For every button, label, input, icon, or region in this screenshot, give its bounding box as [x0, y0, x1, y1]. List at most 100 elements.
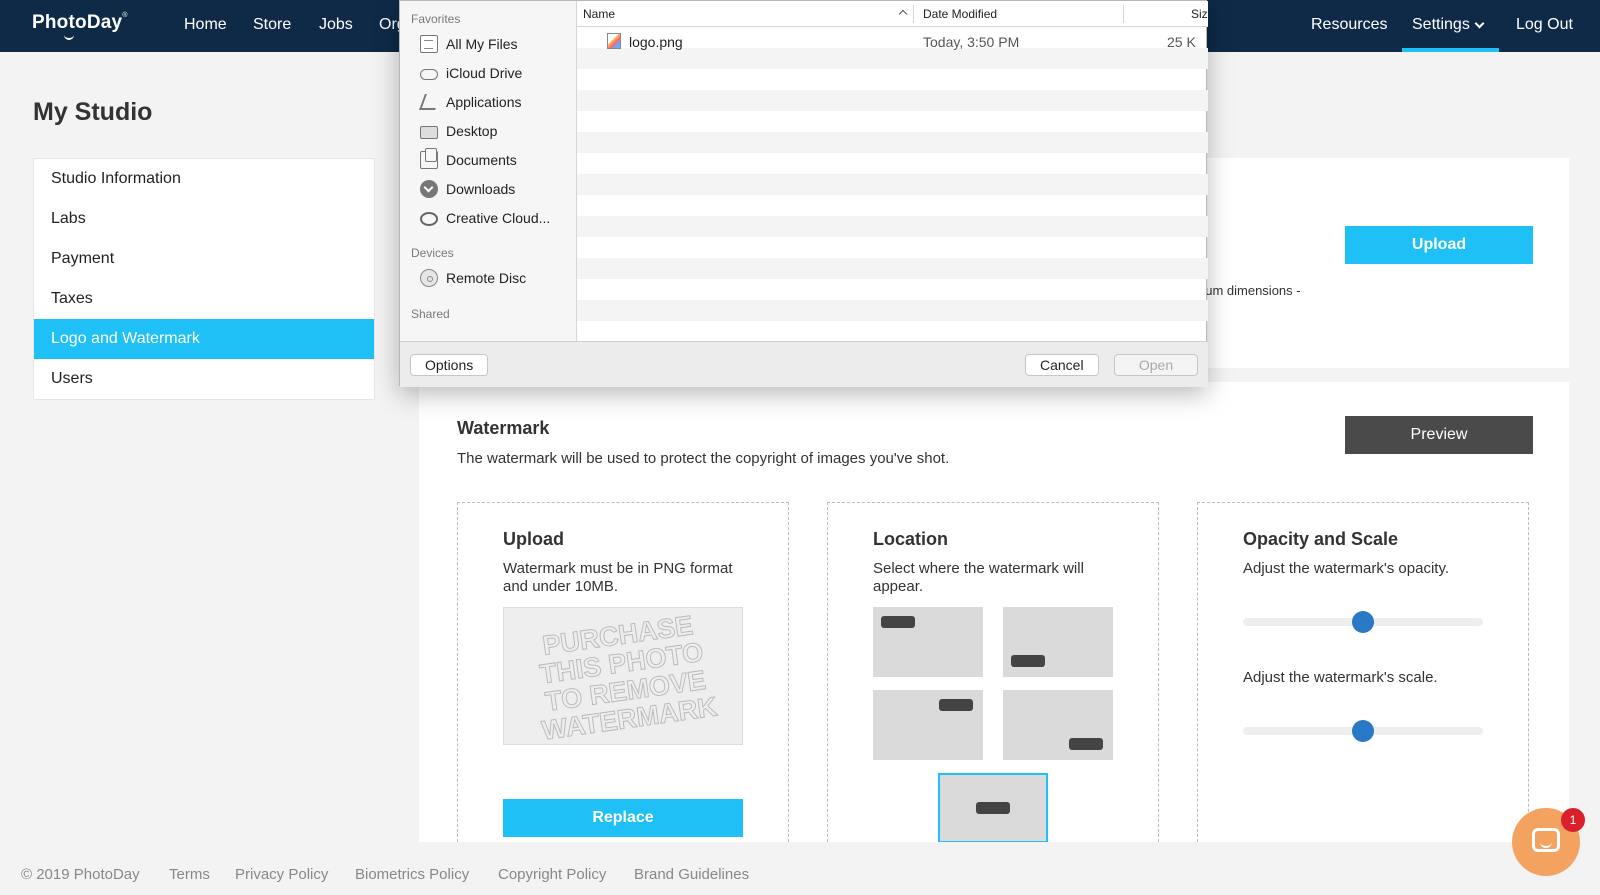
watermark-replace-button[interactable]: Replace — [503, 799, 743, 837]
watermark-title: Watermark — [457, 418, 550, 438]
png-file-icon — [607, 33, 621, 49]
file-row-logo-png[interactable]: logo.png Today, 3:50 PM 25 K — [577, 27, 1208, 55]
sort-ascending-icon — [898, 9, 908, 19]
sidebar-item-users[interactable]: Users — [34, 359, 374, 399]
watermark-opacity-scale-card: Opacity and Scale Adjust the watermark's… — [1197, 502, 1529, 842]
sidebar-desktop[interactable]: Desktop — [420, 120, 497, 142]
empty-row — [577, 258, 1208, 279]
sidebar-item-logo-and-watermark[interactable]: Logo and Watermark — [34, 319, 374, 359]
sidebar-item-taxes[interactable]: Taxes — [34, 279, 374, 319]
location-marker — [881, 616, 915, 628]
watermark-location-card: Location Select where the watermark will… — [827, 502, 1159, 843]
empty-row — [577, 153, 1208, 174]
file-open-dialog: Favorites All My Files iCloud Drive Appl… — [399, 0, 1208, 387]
downloads-icon — [420, 180, 438, 198]
sidebar-icloud-drive[interactable]: iCloud Drive — [420, 62, 522, 84]
shared-section-label: Shared — [411, 307, 450, 321]
nav-store-link[interactable]: Store — [253, 16, 291, 34]
chevron-down-icon — [1474, 18, 1485, 29]
column-divider[interactable] — [1123, 5, 1124, 23]
empty-row — [577, 132, 1208, 153]
remote-disc-icon — [420, 269, 438, 287]
sidebar-applications[interactable]: Applications — [420, 91, 522, 113]
open-button[interactable]: Open — [1114, 354, 1198, 376]
upload-card-title: Upload — [503, 529, 564, 549]
empty-row — [577, 195, 1208, 216]
desktop-icon — [420, 125, 438, 139]
options-button[interactable]: Options — [410, 354, 489, 376]
logo-upload-button[interactable]: Upload — [1345, 226, 1533, 264]
applications-icon — [420, 93, 438, 111]
footer-biometrics-link[interactable]: Biometrics Policy — [355, 866, 469, 883]
location-top-left-option[interactable] — [873, 607, 983, 677]
page-title: My Studio — [33, 98, 153, 126]
sidebar-remote-disc[interactable]: Remote Disc — [420, 267, 526, 289]
settings-label: Settings — [1412, 16, 1470, 33]
sidebar-item-label: Applications — [446, 94, 522, 110]
registered-mark: ® — [122, 12, 128, 19]
location-marker — [1011, 655, 1045, 667]
dialog-sidebar: Favorites All My Files iCloud Drive Appl… — [400, 1, 577, 341]
dialog-footer: Options Cancel Open — [400, 341, 1208, 387]
sidebar-item-labs[interactable]: Labs — [34, 199, 374, 239]
location-center-option[interactable] — [938, 773, 1048, 843]
watermark-description: The watermark will be used to protect th… — [457, 450, 950, 467]
location-marker — [1069, 738, 1103, 750]
documents-icon — [420, 148, 438, 169]
nav-jobs-link[interactable]: Jobs — [319, 16, 353, 34]
creative-cloud-icon — [420, 212, 438, 226]
empty-row — [577, 237, 1208, 258]
footer-terms-link[interactable]: Terms — [169, 866, 210, 883]
footer-brand-guidelines-link[interactable]: Brand Guidelines — [634, 866, 749, 883]
sidebar-item-studio-information[interactable]: Studio Information — [34, 159, 374, 199]
scale-label: Adjust the watermark's scale. — [1243, 669, 1438, 686]
upload-card-description: Watermark must be in PNG format and unde… — [503, 560, 733, 595]
photoday-logo[interactable]: PhotoDay® — [32, 12, 128, 40]
nav-resources-link[interactable]: Resources — [1311, 16, 1387, 34]
location-marker — [976, 802, 1010, 814]
column-header-name[interactable]: Name — [583, 7, 615, 21]
opacity-card-title: Opacity and Scale — [1243, 529, 1399, 549]
location-marker — [939, 699, 973, 711]
footer-copyright: © 2019 PhotoDay — [21, 866, 140, 883]
sidebar-item-label: Remote Disc — [446, 270, 527, 286]
sidebar-all-my-files[interactable]: All My Files — [420, 33, 518, 55]
cancel-button[interactable]: Cancel — [1025, 354, 1099, 376]
location-bottom-right-option[interactable] — [1003, 690, 1113, 760]
opacity-slider-knob[interactable] — [1352, 611, 1374, 633]
sidebar-downloads[interactable]: Downloads — [420, 178, 515, 200]
nav-logout-link[interactable]: Log Out — [1516, 16, 1573, 34]
settings-active-indicator — [1402, 48, 1499, 52]
scale-slider-knob[interactable] — [1352, 720, 1374, 742]
location-bottom-left-option[interactable] — [873, 690, 983, 760]
sidebar-creative-cloud[interactable]: Creative Cloud... — [420, 207, 550, 229]
icloud-icon — [420, 69, 438, 80]
scale-slider[interactable] — [1243, 720, 1483, 742]
footer-copyright-policy-link[interactable]: Copyright Policy — [498, 866, 606, 883]
column-header-size[interactable]: Siz — [1191, 7, 1208, 21]
nav-home-link[interactable]: Home — [184, 16, 227, 34]
favorites-section-label: Favorites — [411, 12, 461, 26]
opacity-slider[interactable] — [1243, 611, 1483, 633]
sidebar-item-payment[interactable]: Payment — [34, 239, 374, 279]
file-name: logo.png — [629, 34, 683, 50]
logo-smile-mark — [64, 34, 74, 40]
column-header-date-modified[interactable]: Date Modified — [923, 7, 997, 21]
all-files-icon — [420, 35, 438, 53]
sidebar-item-label: All My Files — [446, 36, 518, 52]
logo-dimensions-text: num dimensions - — [1198, 283, 1301, 298]
location-card-title: Location — [873, 529, 948, 549]
opacity-label: Adjust the watermark's opacity. — [1243, 560, 1450, 577]
empty-row — [577, 69, 1208, 90]
footer-privacy-link[interactable]: Privacy Policy — [235, 866, 328, 883]
file-list-header: Name Date Modified Siz — [577, 1, 1208, 27]
column-divider[interactable] — [913, 5, 914, 23]
file-date-modified: Today, 3:50 PM — [923, 34, 1020, 50]
empty-row — [577, 279, 1208, 300]
location-top-right-option[interactable] — [1003, 607, 1113, 677]
empty-row — [577, 174, 1208, 195]
watermark-preview-button[interactable]: Preview — [1345, 416, 1533, 454]
nav-settings-menu[interactable]: Settings — [1412, 16, 1485, 34]
sidebar-documents[interactable]: Documents — [420, 148, 517, 171]
empty-row — [577, 90, 1208, 111]
